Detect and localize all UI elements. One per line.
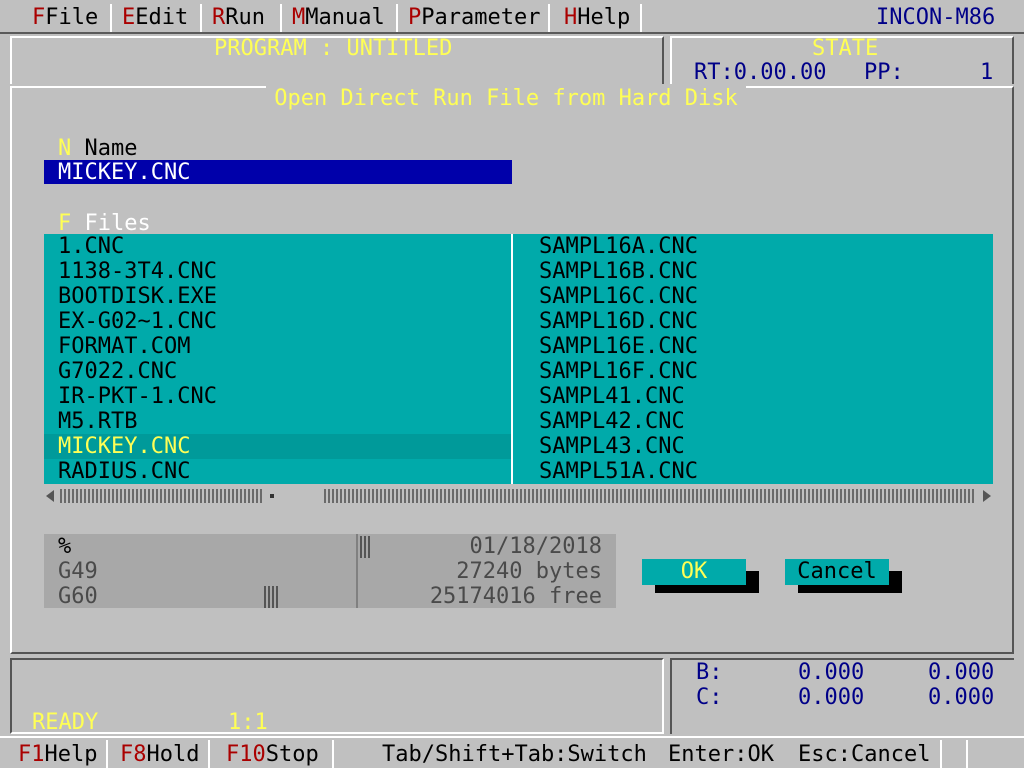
- status-ratio: 1:1: [228, 710, 268, 735]
- file-list-item[interactable]: SAMPL42.CNC: [525, 409, 993, 434]
- file-list-item[interactable]: MICKEY.CNC: [44, 434, 511, 459]
- file-list-item[interactable]: SAMPL43.CNC: [525, 434, 993, 459]
- menu-run-hotkey: R: [212, 5, 226, 30]
- fkey-hold-label: Hold: [146, 742, 200, 767]
- name-input[interactable]: MICKEY.CNC: [44, 160, 512, 185]
- info-marker-2: [264, 586, 278, 608]
- dialog-title: Open Direct Run File from Hard Disk: [266, 86, 746, 111]
- file-list-item[interactable]: 1.CNC: [44, 234, 511, 259]
- runtime-readout: RT:0.00.00: [694, 60, 827, 85]
- menu-edit-hotkey: E: [122, 5, 136, 30]
- menu-file-label: File: [45, 5, 99, 30]
- file-list-left-column: 1.CNC 1138-3T4.CNC BOOTDISK.EXE EX-G02~1.CN…: [44, 234, 511, 484]
- menu-edit-label: Edit: [135, 5, 189, 30]
- app-title: INCON-M86: [876, 5, 996, 30]
- fkey-hold-key: F8: [120, 742, 147, 767]
- file-list-right-column: SAMPL16A.CNC SAMPL16B.CNC SAMPL16C.CNC SAMP…: [525, 234, 993, 484]
- file-list-item[interactable]: SAMPL41.CNC: [525, 384, 993, 409]
- file-list-item[interactable]: SAMPL16A.CNC: [525, 234, 993, 259]
- file-list[interactable]: 1.CNC 1138-3T4.CNC BOOTDISK.EXE EX-G02~1.CN…: [44, 234, 993, 484]
- file-list-item[interactable]: SAMPL16B.CNC: [525, 259, 993, 284]
- files-label-text: Files: [84, 211, 151, 236]
- file-list-item[interactable]: SAMPL16C.CNC: [525, 284, 993, 309]
- menu-file[interactable]: FFile: [26, 4, 112, 32]
- menu-manual-hotkey: M: [292, 5, 306, 30]
- file-list-item[interactable]: IR-PKT-1.CNC: [44, 384, 511, 409]
- scrollbar-track[interactable]: [60, 489, 976, 503]
- scrollbar-position-marker: [270, 494, 274, 498]
- file-list-item[interactable]: 1138-3T4.CNC: [44, 259, 511, 284]
- info-marker-1: [356, 536, 370, 558]
- file-size: 27240 bytes: [456, 559, 602, 584]
- name-label-text: Name: [84, 136, 138, 161]
- scroll-right-arrow-icon[interactable]: [983, 490, 991, 502]
- hint-switch: Tab/Shift+Tab:Switch: [382, 742, 647, 767]
- menu-manual[interactable]: MManual: [286, 4, 398, 32]
- disk-free: 25174016 free: [429, 584, 602, 609]
- axis-b-value-1: 0.000: [798, 660, 865, 685]
- cancel-button[interactable]: Cancel: [785, 559, 889, 585]
- fkey-help-label: Help: [44, 742, 98, 767]
- file-list-divider: [511, 234, 513, 484]
- file-list-item[interactable]: BOOTDISK.EXE: [44, 284, 511, 309]
- file-list-item[interactable]: EX-G02~1.CNC: [44, 309, 511, 334]
- menu-parameter[interactable]: PParameter: [402, 4, 550, 32]
- fkey-help[interactable]: F1Help: [12, 740, 108, 768]
- axis-c-value-1: 0.000: [798, 685, 865, 710]
- file-list-item[interactable]: FORMAT.COM: [44, 334, 511, 359]
- menu-bar: FFile EEdit RRun MManual PParameter HHel…: [0, 0, 1024, 34]
- menu-manual-label: Manual: [305, 5, 385, 30]
- file-list-item[interactable]: SAMPL16E.CNC: [525, 334, 993, 359]
- name-hotkey: N: [58, 136, 72, 161]
- file-list-scrollbar[interactable]: [44, 486, 993, 506]
- hint-enter: Enter:OK: [668, 742, 774, 767]
- file-date: 01/18/2018: [469, 534, 602, 559]
- fkey-hold[interactable]: F8Hold: [114, 740, 210, 768]
- state-title: STATE: [812, 36, 879, 61]
- menu-file-hotkey: F: [32, 5, 46, 30]
- fkey-help-key: F1: [18, 742, 45, 767]
- menu-run[interactable]: RRun: [206, 4, 282, 32]
- scroll-left-arrow-icon[interactable]: [46, 490, 54, 502]
- files-hotkey: F: [58, 211, 72, 236]
- menu-help[interactable]: HHelp: [558, 4, 642, 32]
- name-label: N Name: [58, 136, 137, 161]
- info-line2: G49: [58, 559, 98, 584]
- menu-parameter-label: Parameter: [421, 5, 541, 30]
- menu-run-label: Run: [225, 5, 265, 30]
- info-line3: G60: [58, 584, 98, 609]
- message-panel: [10, 658, 664, 734]
- file-list-item[interactable]: SAMPL51A.CNC: [525, 459, 993, 484]
- file-list-item[interactable]: M5.RTB: [44, 409, 511, 434]
- statusbar-divider: [940, 740, 942, 768]
- pp-label: PP:: [864, 60, 904, 85]
- menu-parameter-hotkey: P: [408, 5, 422, 30]
- menu-help-label: Help: [577, 5, 631, 30]
- files-label: F Files: [58, 211, 151, 236]
- menu-help-hotkey: H: [564, 5, 578, 30]
- status-ready: READY: [32, 710, 99, 735]
- function-key-bar: F1Help F8Hold F10Stop Tab/Shift+Tab:Swit…: [0, 736, 1024, 768]
- pp-value: 1: [980, 60, 994, 85]
- ok-button[interactable]: OK: [642, 559, 746, 585]
- menu-edit[interactable]: EEdit: [116, 4, 202, 32]
- file-list-item[interactable]: G7022.CNC: [44, 359, 511, 384]
- program-label: PROGRAM : UNTITLED: [214, 36, 453, 61]
- axis-b-label: B:: [696, 660, 723, 685]
- fkey-stop-label: Stop: [265, 742, 319, 767]
- info-separator: [356, 534, 358, 608]
- axis-b-value-2: 0.000: [928, 660, 995, 685]
- file-list-item[interactable]: SAMPL16D.CNC: [525, 309, 993, 334]
- hint-escape: Esc:Cancel: [798, 742, 931, 767]
- info-line1: %: [58, 534, 72, 559]
- file-list-item[interactable]: SAMPL16F.CNC: [525, 359, 993, 384]
- axis-c-label: C:: [696, 685, 723, 710]
- file-list-item[interactable]: RADIUS.CNC: [44, 459, 511, 484]
- fkey-stop[interactable]: F10Stop: [220, 740, 334, 768]
- file-info-panel: % G49 G60 01/18/2018 27240 bytes 2517401…: [44, 534, 616, 609]
- statusbar-divider: [966, 740, 968, 768]
- fkey-stop-key: F10: [226, 742, 266, 767]
- axis-c-value-2: 0.000: [928, 685, 995, 710]
